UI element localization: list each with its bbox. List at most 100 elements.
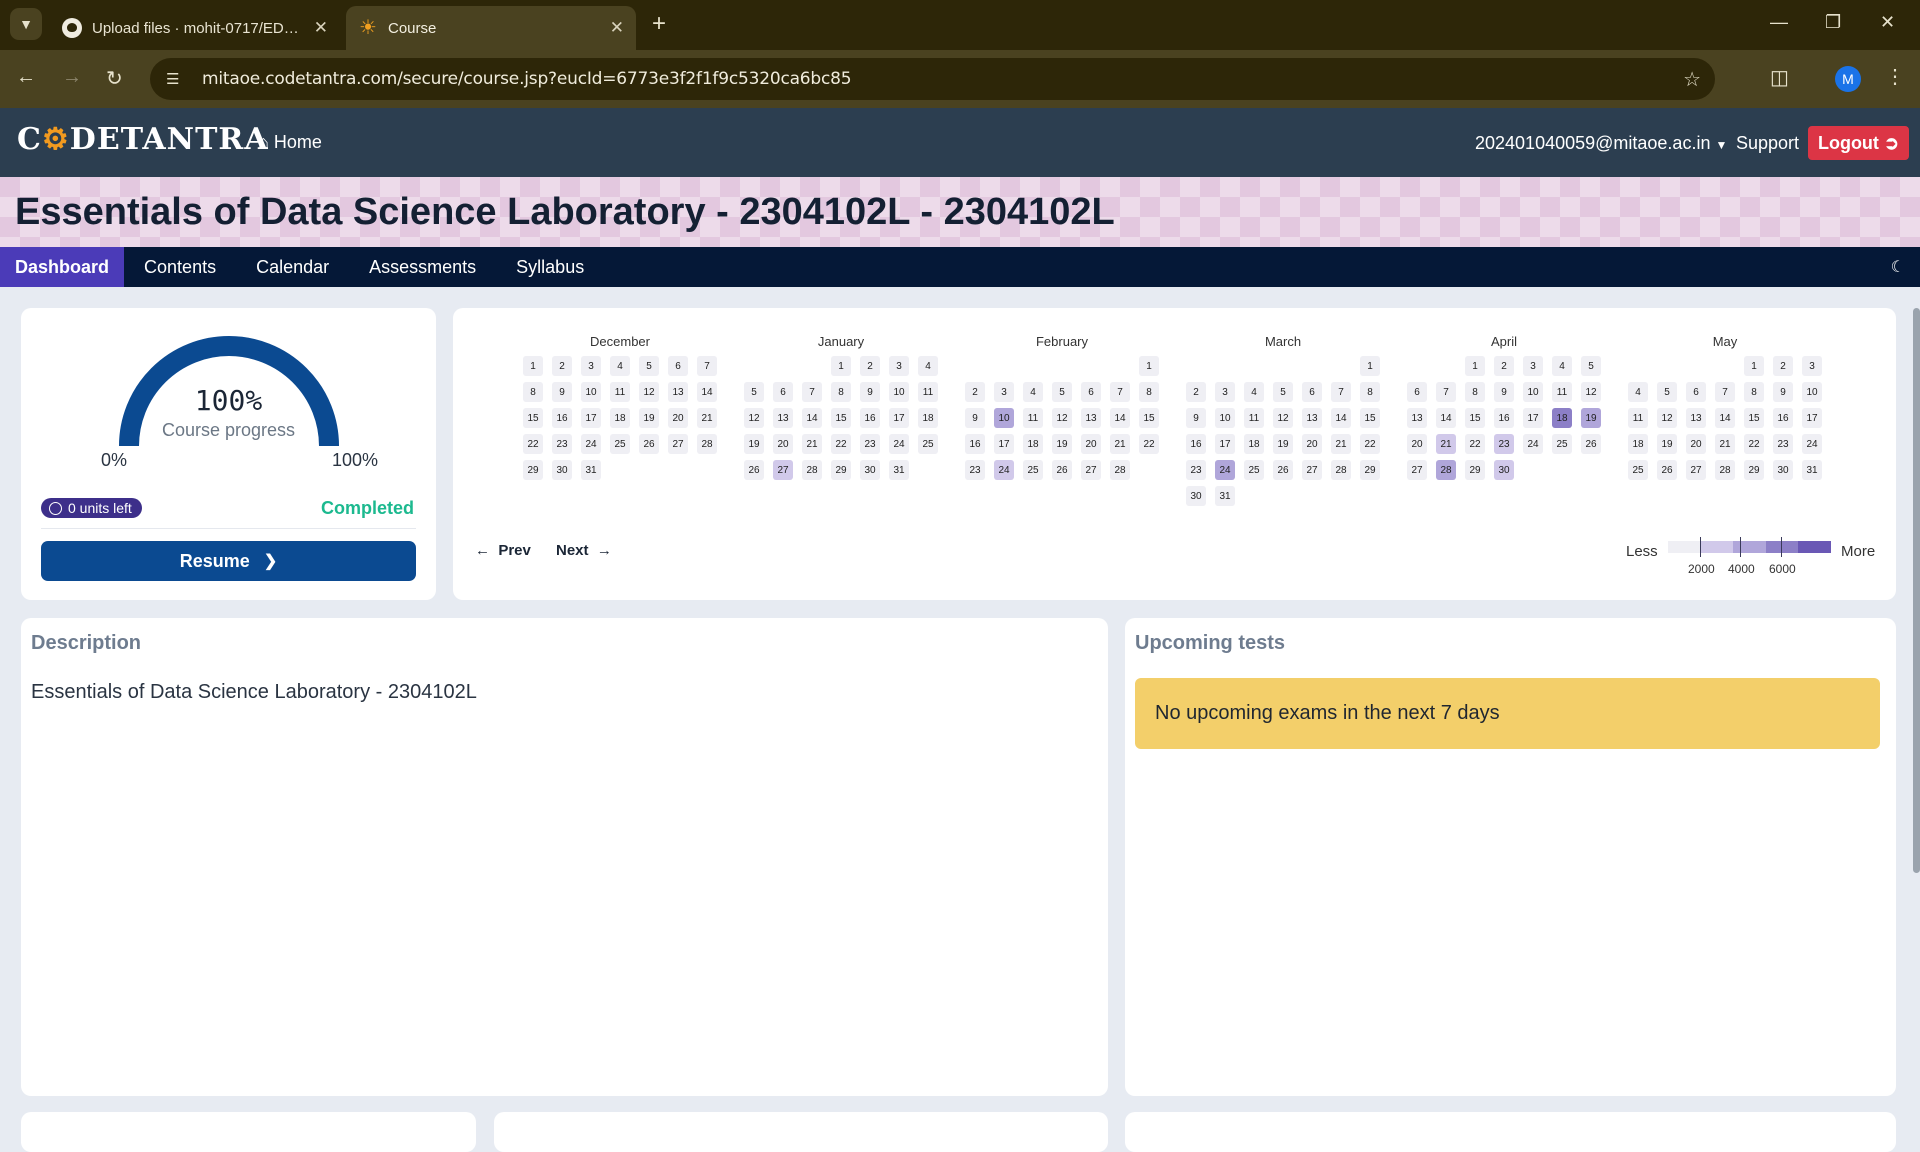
calendar-day[interactable]: 12	[1657, 408, 1677, 428]
calendar-day[interactable]: 28	[1715, 460, 1735, 480]
calendar-day[interactable]: 4	[1244, 382, 1264, 402]
calendar-day[interactable]: 22	[523, 434, 543, 454]
calendar-day[interactable]: 5	[639, 356, 659, 376]
calendar-day[interactable]: 7	[1110, 382, 1130, 402]
calendar-day[interactable]: 19	[1273, 434, 1293, 454]
calendar-day[interactable]: 23	[1186, 460, 1206, 480]
calendar-day[interactable]: 25	[918, 434, 938, 454]
next-button[interactable]: Next →	[556, 542, 612, 559]
calendar-day[interactable]: 12	[1273, 408, 1293, 428]
calendar-day[interactable]: 10	[889, 382, 909, 402]
calendar-day[interactable]: 11	[1628, 408, 1648, 428]
close-tab-icon[interactable]: ✕	[314, 18, 328, 38]
calendar-day[interactable]: 11	[1244, 408, 1264, 428]
calendar-day[interactable]: 12	[1581, 382, 1601, 402]
tab-syllabus[interactable]: Syllabus	[496, 247, 604, 287]
calendar-day[interactable]: 15	[1360, 408, 1380, 428]
calendar-day[interactable]: 29	[1744, 460, 1764, 480]
calendar-day[interactable]: 9	[965, 408, 985, 428]
calendar-day[interactable]: 9	[552, 382, 572, 402]
calendar-day[interactable]: 30	[1494, 460, 1514, 480]
calendar-day[interactable]: 22	[1139, 434, 1159, 454]
calendar-day[interactable]: 18	[610, 408, 630, 428]
calendar-day[interactable]: 23	[1773, 434, 1793, 454]
calendar-day[interactable]: 6	[773, 382, 793, 402]
browser-menu-icon[interactable]: ⋮	[1885, 64, 1905, 89]
calendar-day[interactable]: 27	[1686, 460, 1706, 480]
calendar-day[interactable]: 31	[1802, 460, 1822, 480]
calendar-day[interactable]: 18	[1023, 434, 1043, 454]
calendar-day[interactable]: 14	[1110, 408, 1130, 428]
calendar-day[interactable]: 9	[860, 382, 880, 402]
calendar-day[interactable]: 5	[1581, 356, 1601, 376]
calendar-day[interactable]: 6	[1302, 382, 1322, 402]
calendar-day[interactable]: 3	[994, 382, 1014, 402]
calendar-day[interactable]: 5	[1273, 382, 1293, 402]
calendar-day[interactable]: 22	[831, 434, 851, 454]
calendar-day[interactable]: 8	[831, 382, 851, 402]
calendar-day[interactable]: 25	[1552, 434, 1572, 454]
calendar-day[interactable]: 13	[1407, 408, 1427, 428]
calendar-day[interactable]: 13	[1302, 408, 1322, 428]
calendar-day[interactable]: 16	[860, 408, 880, 428]
calendar-day[interactable]: 8	[1465, 382, 1485, 402]
calendar-day[interactable]: 1	[831, 356, 851, 376]
calendar-day[interactable]: 27	[1407, 460, 1427, 480]
calendar-day[interactable]: 30	[1773, 460, 1793, 480]
calendar-day[interactable]: 22	[1744, 434, 1764, 454]
calendar-day[interactable]: 10	[1215, 408, 1235, 428]
calendar-day[interactable]: 11	[610, 382, 630, 402]
calendar-day[interactable]: 19	[1657, 434, 1677, 454]
calendar-day[interactable]: 28	[802, 460, 822, 480]
calendar-day[interactable]: 5	[1657, 382, 1677, 402]
calendar-day[interactable]: 4	[1552, 356, 1572, 376]
calendar-day[interactable]: 2	[1773, 356, 1793, 376]
calendar-day[interactable]: 30	[552, 460, 572, 480]
calendar-day[interactable]: 17	[581, 408, 601, 428]
calendar-day[interactable]: 16	[1773, 408, 1793, 428]
close-window-icon[interactable]: ✕	[1880, 12, 1895, 33]
calendar-day[interactable]: 4	[918, 356, 938, 376]
calendar-day[interactable]: 24	[889, 434, 909, 454]
calendar-day[interactable]: 27	[1302, 460, 1322, 480]
calendar-day[interactable]: 6	[668, 356, 688, 376]
calendar-day[interactable]: 20	[1302, 434, 1322, 454]
calendar-day[interactable]: 15	[1139, 408, 1159, 428]
calendar-day[interactable]: 26	[1657, 460, 1677, 480]
calendar-day[interactable]: 18	[918, 408, 938, 428]
calendar-day[interactable]: 31	[1215, 486, 1235, 506]
calendar-day[interactable]: 18	[1628, 434, 1648, 454]
codetantra-logo[interactable]: C⚙DETANTRA	[17, 122, 269, 157]
calendar-day[interactable]: 26	[1052, 460, 1072, 480]
profile-avatar[interactable]: M	[1835, 66, 1861, 92]
calendar-day[interactable]: 31	[889, 460, 909, 480]
calendar-day[interactable]: 2	[1186, 382, 1206, 402]
calendar-day[interactable]: 14	[697, 382, 717, 402]
calendar-day[interactable]: 25	[1628, 460, 1648, 480]
calendar-day[interactable]: 13	[668, 382, 688, 402]
calendar-day[interactable]: 6	[1686, 382, 1706, 402]
forward-arrow-icon[interactable]: →	[62, 66, 82, 89]
extensions-puzzle-icon[interactable]: ◫	[1770, 65, 1789, 90]
close-tab-icon[interactable]: ✕	[610, 18, 624, 38]
new-tab-plus-icon[interactable]: +	[652, 10, 666, 38]
tab-contents[interactable]: Contents	[124, 247, 236, 287]
calendar-day[interactable]: 2	[1494, 356, 1514, 376]
calendar-day[interactable]: 26	[639, 434, 659, 454]
calendar-day[interactable]: 20	[1686, 434, 1706, 454]
support-link[interactable]: Support	[1736, 133, 1799, 154]
calendar-day[interactable]: 11	[918, 382, 938, 402]
calendar-day[interactable]: 10	[1802, 382, 1822, 402]
calendar-day[interactable]: 3	[1523, 356, 1543, 376]
calendar-day[interactable]: 17	[1215, 434, 1235, 454]
calendar-day[interactable]: 20	[773, 434, 793, 454]
calendar-day[interactable]: 21	[1436, 434, 1456, 454]
calendar-day[interactable]: 9	[1773, 382, 1793, 402]
page-scrollbar[interactable]	[1913, 308, 1920, 873]
calendar-day[interactable]: 13	[773, 408, 793, 428]
calendar-day[interactable]: 14	[802, 408, 822, 428]
calendar-day[interactable]: 2	[965, 382, 985, 402]
calendar-day[interactable]: 2	[552, 356, 572, 376]
calendar-day[interactable]: 3	[889, 356, 909, 376]
calendar-day[interactable]: 25	[1244, 460, 1264, 480]
